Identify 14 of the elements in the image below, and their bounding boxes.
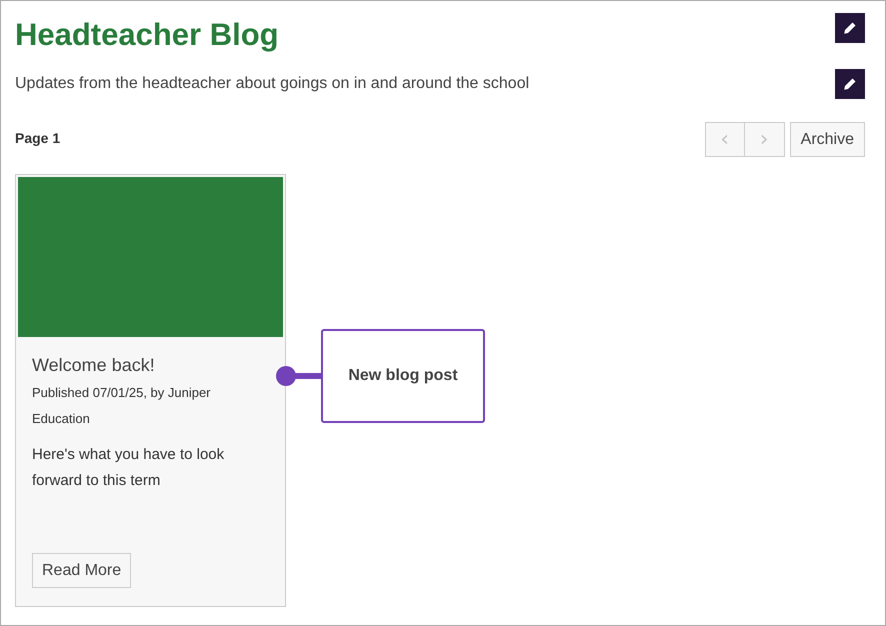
edit-button[interactable] (835, 13, 865, 43)
pencil-icon (843, 77, 857, 91)
pencil-icon (843, 21, 857, 35)
read-more-button[interactable]: Read More (32, 553, 132, 588)
edit-button[interactable] (835, 69, 865, 99)
page-title: Headteacher Blog (15, 16, 279, 54)
page-label: Page 1 (15, 130, 60, 146)
archive-button[interactable]: Archive (790, 122, 865, 157)
post-excerpt: Here's what you have to look forward to this term (32, 445, 226, 491)
page-description: Updates from the headteacher about goings on in and around the school (15, 75, 530, 93)
callout-box: New blog post (321, 328, 485, 422)
post-title: Welcome back! (32, 355, 156, 376)
post-meta: Published 07/01/25, by Juniper Education (32, 384, 212, 428)
connector-line (275, 364, 321, 386)
